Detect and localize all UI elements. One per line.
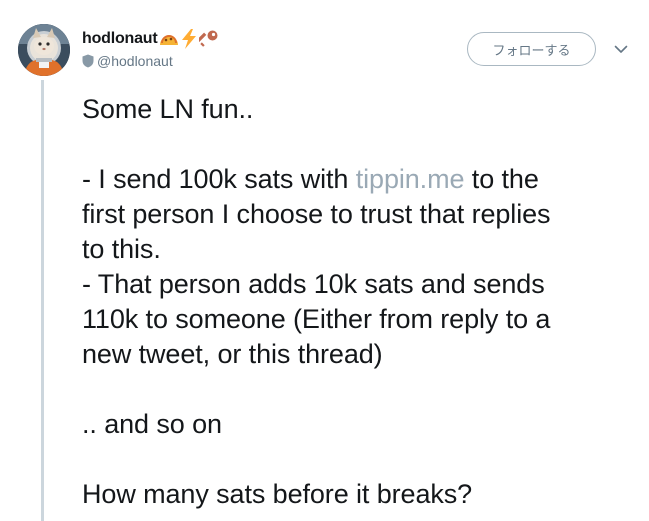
tweet-line: first person I choose to trust that repl…	[82, 199, 551, 229]
protected-shield-icon	[82, 54, 94, 68]
key-emoji	[198, 29, 219, 49]
more-options-button[interactable]	[612, 40, 630, 58]
tweet-line: .. and so on	[82, 409, 222, 439]
tweet-line: to this.	[82, 234, 161, 264]
tweet-line: - I send 100k sats with tippin.me to the	[82, 162, 637, 197]
tippin-link[interactable]: tippin.me	[356, 164, 465, 194]
handle-row[interactable]: @hodlonaut	[82, 52, 173, 70]
author-handle[interactable]: @hodlonaut	[97, 53, 173, 69]
tweet-line-text: - I send 100k sats with	[82, 164, 356, 194]
tweet-line: How many sats before it breaks?	[82, 479, 473, 509]
display-name[interactable]: hodlonaut	[82, 30, 158, 48]
tweet-line-text: to the	[464, 164, 539, 194]
astronaut-cat-avatar	[18, 24, 70, 76]
tweet-line: 110k to someone (Either from reply to a	[82, 304, 551, 334]
tweet-text: Some LN fun.. - I send 100k sats with ti…	[82, 92, 637, 512]
taco-emoji	[159, 31, 179, 47]
avatar[interactable]	[18, 24, 70, 76]
tweet-line: - That person adds 10k sats and sends	[82, 269, 545, 299]
tweet-line-break	[82, 372, 637, 407]
lightning-emoji	[180, 29, 198, 49]
tweet-line-break	[82, 442, 637, 477]
chevron-down-icon	[614, 45, 628, 53]
author-name-row[interactable]: hodlonaut	[82, 28, 219, 50]
follow-button[interactable]: フォローする	[467, 32, 596, 66]
tweet-line-break	[82, 127, 637, 162]
tweet-line: new tweet, or this thread)	[82, 339, 383, 369]
tweet-line: Some LN fun..	[82, 94, 254, 124]
thread-connector-line	[41, 80, 44, 521]
